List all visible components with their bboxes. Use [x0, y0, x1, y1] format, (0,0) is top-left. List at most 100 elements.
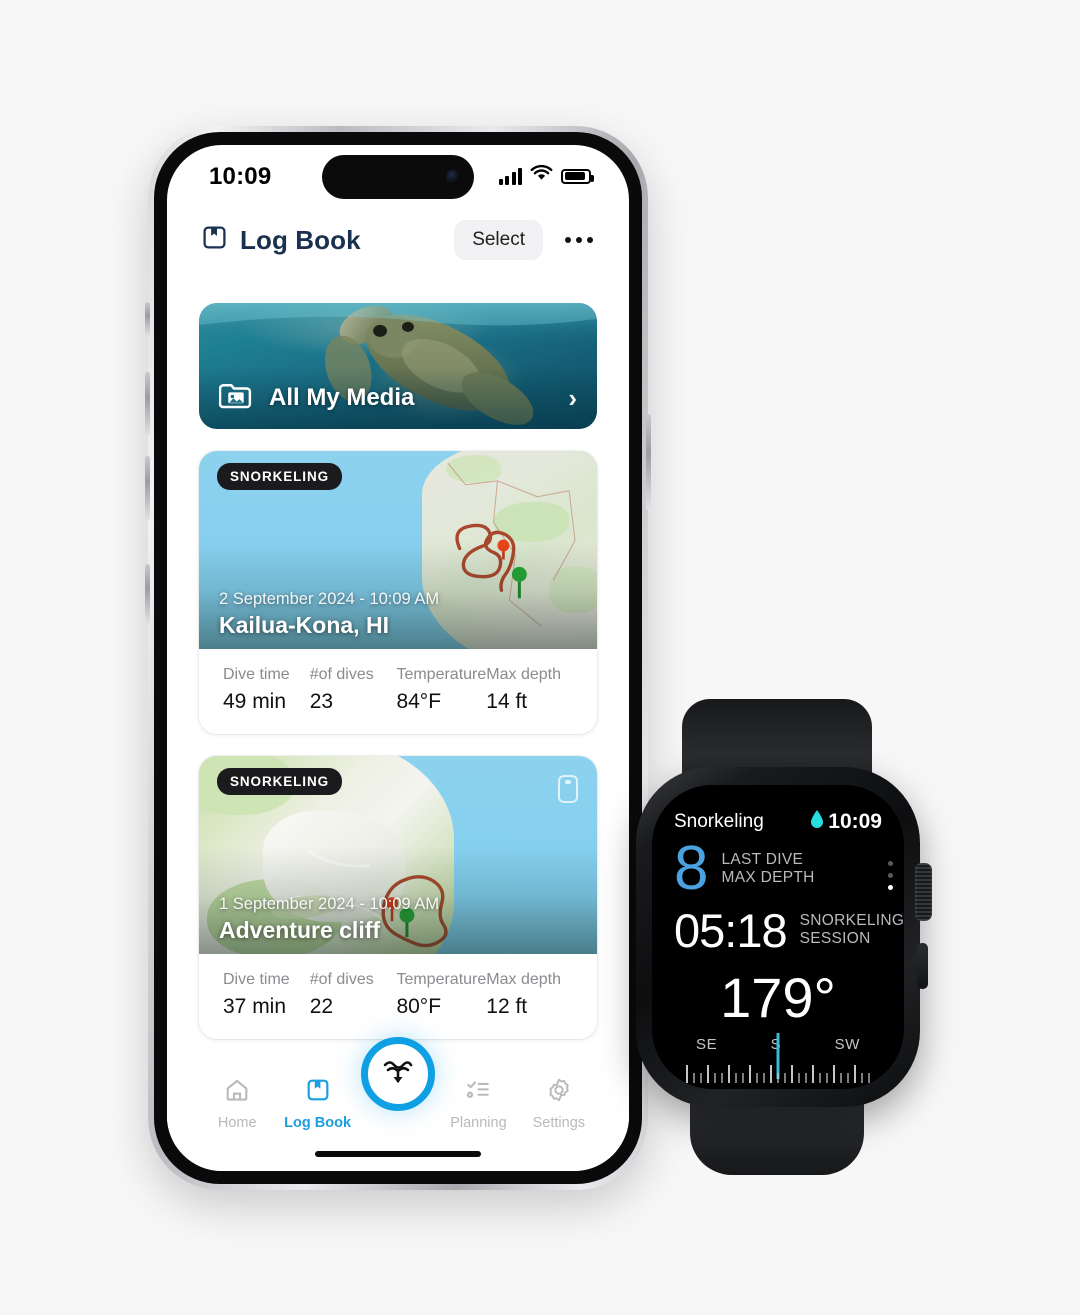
dive-map-kailua-kona[interactable]: SNORKELING 2 September 2024 - 10:09 AM K…	[199, 451, 597, 649]
phone-screen: 10:09 Log Book Select All My Media › SNO…	[167, 145, 629, 1171]
stat-dive-time: Dive time 49 min	[223, 666, 310, 714]
gear-icon	[546, 1077, 572, 1108]
log-book-icon	[201, 224, 228, 256]
dive-log-card[interactable]: SNORKELING 1 September 2024 - 10:09 AM A…	[199, 756, 597, 1039]
watch-activity-title: Snorkeling	[674, 810, 764, 832]
tab-log-book[interactable]: Log Book	[277, 1077, 357, 1131]
tab-label: Log Book	[284, 1115, 352, 1131]
iphone-device: 10:09 Log Book Select All My Media › SNO…	[145, 126, 651, 1190]
stat-label: Dive time	[223, 971, 290, 988]
all-my-media-label: All My Media	[269, 383, 415, 411]
watch-page-dots[interactable]	[888, 861, 893, 890]
log-book-icon	[305, 1077, 331, 1108]
stat-value: 23	[309, 690, 334, 713]
phone-power-button[interactable]	[646, 414, 651, 510]
stat-value: 84°F	[396, 690, 442, 713]
stat-number-of-dives: #of dives 23	[310, 666, 397, 714]
dive-descend-icon	[381, 1057, 415, 1092]
status-bar-indicators	[498, 164, 594, 187]
stat-label: Temperature	[396, 666, 487, 683]
apple-watch-device: Snorkeling 10:09 8 LAST DIVE MAX DEPTH 0…	[628, 699, 932, 1175]
wifi-icon	[530, 164, 553, 187]
start-dive-fab-button[interactable]	[361, 1037, 435, 1111]
stat-label: Temperature	[396, 971, 487, 988]
stat-value: 80°F	[396, 995, 442, 1018]
compass-label-se: SE	[696, 1035, 718, 1053]
stat-value: 49 min	[223, 690, 287, 713]
status-bar: 10:09	[167, 145, 629, 207]
stat-temperature: Temperature 80°F	[396, 971, 486, 1019]
media-phone-icon[interactable]	[557, 774, 579, 809]
status-bar-time: 10:09	[209, 163, 272, 190]
session-timer-value: 05:18	[674, 903, 788, 957]
front-camera-icon	[446, 169, 461, 185]
stat-label: Max depth	[486, 666, 561, 683]
phone-bezel: 10:09 Log Book Select All My Media › SNO…	[154, 132, 642, 1184]
watch-top-row: Snorkeling 10:09	[674, 809, 882, 834]
navbar-title-group: Log Book	[201, 224, 361, 256]
stat-max-depth: Max depth 14 ft	[486, 666, 573, 714]
snorkeling-session-timer: 05:18 SNORKELING SESSION	[674, 903, 904, 957]
stat-number-of-dives: #of dives 22	[310, 971, 397, 1019]
activity-badge: SNORKELING	[217, 463, 343, 490]
stat-value: 22	[309, 995, 334, 1018]
dive-date: 2 September 2024 - 10:09 AM	[219, 590, 440, 608]
stat-value: 37 min	[223, 995, 287, 1018]
dive-date: 1 September 2024 - 10:09 AM	[219, 895, 440, 913]
depth-caption-line2: MAX DEPTH	[721, 869, 815, 887]
home-indicator[interactable]	[315, 1151, 481, 1157]
stat-value: 12 ft	[486, 995, 528, 1018]
watch-screen: Snorkeling 10:09 8 LAST DIVE MAX DEPTH 0…	[652, 785, 904, 1089]
depth-caption: LAST DIVE MAX DEPTH	[721, 851, 814, 888]
stat-temperature: Temperature 84°F	[396, 666, 486, 714]
dive-location: Adventure cliff	[219, 917, 381, 943]
watch-time-group: 10:09	[809, 809, 882, 834]
banner-row: All My Media ›	[218, 380, 577, 415]
tab-home[interactable]: Home	[197, 1077, 277, 1131]
activity-badge: SNORKELING	[217, 768, 343, 795]
stat-label: #of dives	[309, 666, 374, 683]
navbar-actions: Select	[454, 220, 595, 260]
stat-max-depth: Max depth 12 ft	[486, 971, 573, 1019]
tab-settings[interactable]: Settings	[519, 1077, 599, 1131]
select-button[interactable]: Select	[454, 220, 543, 260]
chevron-right-icon[interactable]: ›	[568, 385, 577, 411]
app-navbar: Log Book Select	[167, 207, 629, 273]
tab-label: Home	[217, 1115, 257, 1131]
compass-label-sw: SW	[834, 1035, 860, 1053]
last-dive-max-depth-metric: 8 LAST DIVE MAX DEPTH	[674, 834, 882, 903]
dive-stats-row: Dive time 37 min #of dives 22 Temperatur…	[199, 954, 597, 1039]
stat-label: #of dives	[309, 971, 374, 988]
phone-volume-down-button[interactable]	[145, 456, 150, 520]
stat-label: Max depth	[486, 971, 561, 988]
stat-value: 14 ft	[486, 690, 528, 713]
tab-label: Settings	[532, 1115, 586, 1131]
dive-stats-row: Dive time 49 min #of dives 23 Temperatur…	[199, 649, 597, 734]
compass-heading-value: 179°	[720, 965, 836, 1029]
digital-crown[interactable]	[915, 863, 932, 921]
dive-log-card[interactable]: SNORKELING 2 September 2024 - 10:09 AM K…	[199, 451, 597, 734]
depth-value: 8	[674, 834, 709, 903]
water-drop-icon	[809, 809, 825, 834]
dive-map-adventure-cliff[interactable]: SNORKELING 1 September 2024 - 10:09 AM A…	[199, 756, 597, 954]
dynamic-island	[322, 155, 474, 199]
phone-silence-button[interactable]	[145, 302, 150, 336]
timer-caption-line1: SNORKELING	[799, 912, 904, 930]
tab-label: Planning	[450, 1115, 507, 1131]
phone-action-button[interactable]	[145, 564, 150, 624]
screenshot-stage: 10:09 Log Book Select All My Media › SNO…	[0, 0, 1080, 1315]
watch-side-button[interactable]	[917, 943, 928, 989]
watch-case: Snorkeling 10:09 8 LAST DIVE MAX DEPTH 0…	[636, 767, 932, 1107]
dive-caption: 2 September 2024 - 10:09 AM Kailua-Kona,…	[219, 590, 439, 639]
cellular-signal-icon	[498, 167, 522, 185]
watch-clock: 10:09	[828, 809, 882, 833]
session-timer-caption: SNORKELING SESSION	[800, 912, 904, 949]
dive-location: Kailua-Kona, HI	[219, 612, 389, 638]
compass-direction-labels: SE S SW	[674, 1032, 882, 1079]
all-my-media-banner[interactable]: All My Media ›	[199, 303, 597, 429]
depth-caption-line1: LAST DIVE	[721, 851, 804, 869]
planning-checklist-icon	[465, 1077, 491, 1108]
tab-planning[interactable]: Planning	[438, 1077, 518, 1131]
more-options-icon[interactable]	[563, 229, 595, 251]
phone-volume-up-button[interactable]	[145, 372, 150, 436]
